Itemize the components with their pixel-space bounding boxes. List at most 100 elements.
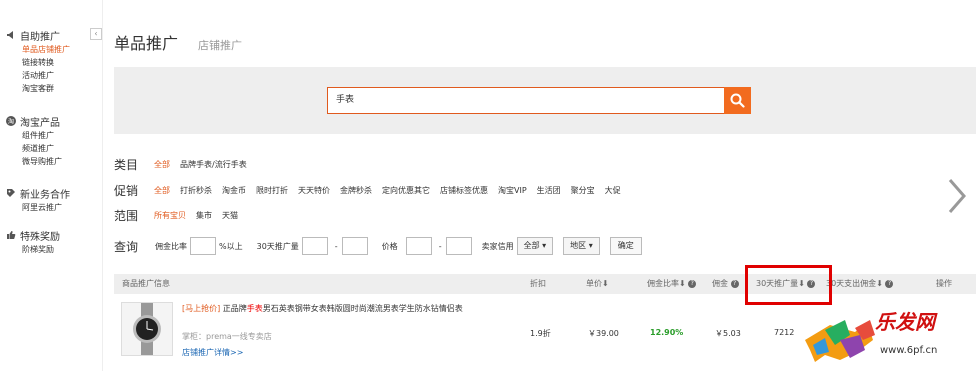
sidebar-item-activity[interactable]: 活动推广	[22, 69, 70, 82]
tab-shop-promotion[interactable]: 店铺推广	[198, 37, 242, 53]
product-title[interactable]: [马上抢价] 正品牌手表男石英表钢带女表韩版圆时尚潮流男表学生防水钻情侣表	[182, 303, 472, 315]
range-dash: -	[438, 241, 442, 251]
commission-input[interactable]	[190, 237, 216, 255]
search-input[interactable]	[336, 88, 716, 113]
filter-promo-option[interactable]: 店铺标签优惠	[440, 185, 488, 196]
filter-scope-label: 范围	[114, 209, 139, 223]
price-max-input[interactable]	[445, 237, 472, 255]
sidebar-item-channel[interactable]: 频道推广	[22, 142, 62, 155]
search-box	[327, 87, 751, 114]
col-header-spend-30d-label: 30天支出佣金	[826, 279, 877, 288]
filter-promo-option[interactable]: 打折秒杀	[180, 185, 212, 196]
sidebar-item-group[interactable]: 淘宝客群	[22, 82, 70, 95]
watermark-url: www.6pf.cn	[880, 345, 938, 356]
commission-value: ￥5.03	[715, 329, 741, 338]
sidebar-item-aliyun[interactable]: 阿里云推广	[22, 201, 70, 214]
sales-min-input[interactable]	[301, 237, 328, 255]
price-label: 价格	[381, 241, 398, 251]
search-button[interactable]	[724, 87, 751, 114]
filter-promo: 促销 全部 打折秒杀 淘金币 限时打折 天天特价 金牌秒杀 定向优惠其它 店铺标…	[114, 182, 631, 199]
credit-select-value: 全部	[523, 241, 540, 250]
sort-down-icon: ⬇	[876, 279, 883, 288]
filter-promo-option[interactable]: 金牌秒杀	[340, 185, 372, 196]
filter-promo-option[interactable]: 大促	[605, 185, 621, 196]
product-title-rest: 男石英表钢带女表韩版圆时尚潮流男表学生防水钻情侣表	[262, 304, 463, 313]
search-band	[114, 67, 976, 134]
tag-icon	[6, 188, 16, 198]
sidebar-section-title: 自助推广	[20, 31, 60, 43]
product-title-a: 正品	[222, 304, 239, 313]
sidebar-section-taobao: 淘 淘宝产品 组件推广 频道推广 微导购推广	[6, 114, 62, 168]
product-tag: [马上抢价]	[182, 304, 221, 313]
range-dash: -	[334, 241, 338, 251]
sales-30d-value: 7212	[774, 328, 795, 337]
sidebar-item-micro-guide[interactable]: 微导购推广	[22, 155, 62, 168]
sidebar-section-title: 新业务合作	[20, 189, 70, 201]
taobao-icon: 淘	[6, 116, 16, 126]
sidebar-section-new-business: 新业务合作 阿里云推广	[6, 186, 70, 214]
shop-promo-detail-link[interactable]: 店铺推广详情>>	[182, 347, 243, 358]
product-thumbnail[interactable]	[121, 302, 173, 356]
filter-category-option[interactable]: 品牌手表/流行手表	[180, 159, 247, 170]
next-arrow-icon[interactable]	[946, 178, 968, 214]
megaphone-icon	[6, 30, 16, 40]
sales-max-input[interactable]	[341, 237, 368, 255]
filter-scope-option[interactable]: 所有宝贝	[154, 210, 186, 221]
filter-promo-option[interactable]: 限时打折	[256, 185, 288, 196]
thumbs-up-icon	[6, 230, 16, 240]
filter-scope: 范围 所有宝贝 集市 天猫	[114, 207, 248, 224]
sort-down-icon: ⬇	[602, 279, 609, 288]
credit-label: 卖家信用	[481, 241, 514, 251]
col-header-actions: 操作	[936, 279, 952, 288]
filter-category-option[interactable]: 全部	[154, 159, 170, 170]
region-select[interactable]: 地区 ▾	[563, 237, 600, 255]
filter-promo-option[interactable]: 生活团	[537, 185, 561, 196]
sidebar-section-title: 淘宝产品	[20, 117, 60, 129]
help-icon[interactable]: ?	[885, 279, 894, 288]
region-select-value: 地区	[570, 241, 587, 250]
sidebar-item-tier-reward[interactable]: 阶梯奖励	[22, 243, 60, 256]
col-header-price[interactable]: 单价⬇	[586, 274, 609, 294]
product-keyword: 手表	[246, 304, 263, 313]
sidebar-item-link-convert[interactable]: 链接转换	[22, 56, 70, 69]
filter-promo-option[interactable]: 定向优惠其它	[382, 185, 430, 196]
filter-scope-option[interactable]: 集市	[196, 210, 212, 221]
chevron-down-icon: ▾	[588, 241, 593, 250]
sort-down-icon: ⬇	[679, 279, 686, 288]
price-min-input[interactable]	[405, 237, 432, 255]
credit-select[interactable]: 全部 ▾	[516, 237, 554, 255]
sidebar-collapse-button[interactable]: ‹	[90, 28, 102, 40]
filter-promo-option[interactable]: 聚分宝	[571, 185, 595, 196]
col-header-commission-label: 佣金	[712, 279, 728, 288]
search-icon	[730, 93, 745, 108]
help-icon[interactable]: ?	[688, 279, 697, 288]
commission-rate-value: 12.90%	[650, 328, 684, 337]
filter-promo-option[interactable]: 天天特价	[298, 185, 330, 196]
sidebar-item-widget[interactable]: 组件推广	[22, 129, 62, 142]
page-title: 单品推广	[114, 34, 179, 53]
sidebar-section-title: 特殊奖励	[20, 231, 60, 243]
discount-value: 1.9折	[530, 329, 551, 338]
shop-name: 掌柜：prema一线专卖店	[182, 332, 272, 341]
col-header-spend-30d[interactable]: 30天支出佣金⬇ ?	[826, 274, 894, 294]
help-icon[interactable]: ?	[730, 279, 739, 288]
query-label: 查询	[114, 239, 139, 254]
filter-scope-option[interactable]: 天猫	[222, 210, 238, 221]
product-title-b: 牌	[238, 304, 247, 313]
col-header-price-label: 单价	[586, 279, 602, 288]
filter-category: 类目 全部 品牌手表/流行手表	[114, 156, 257, 173]
filter-promo-option[interactable]: 淘宝VIP	[498, 185, 527, 196]
left-sidebar: ‹ 自助推广 单品店铺推广 链接转换 活动推广 淘宝客群 淘 淘宝产品 组件推广…	[0, 0, 103, 371]
col-header-commission-rate[interactable]: 佣金比率⬇ ?	[647, 274, 697, 294]
filter-promo-option[interactable]: 全部	[154, 185, 170, 196]
query-row: 查询 佣金比率 %以上 30天推广量 - 价格 - 卖家信用 全部 ▾ 地区 ▾…	[114, 236, 642, 256]
sidebar-section-rewards: 特殊奖励 阶梯奖励	[6, 228, 60, 256]
filter-promo-label: 促销	[114, 184, 139, 198]
confirm-button[interactable]: 确定	[609, 237, 642, 255]
watermark-text: 乐发网	[875, 310, 935, 334]
sidebar-item-single-shop[interactable]: 单品店铺推广	[22, 43, 70, 56]
price-value: ￥39.00	[588, 329, 619, 338]
col-header-discount: 折扣	[530, 279, 546, 288]
filter-promo-option[interactable]: 淘金币	[222, 185, 246, 196]
svg-text:淘: 淘	[8, 118, 14, 126]
